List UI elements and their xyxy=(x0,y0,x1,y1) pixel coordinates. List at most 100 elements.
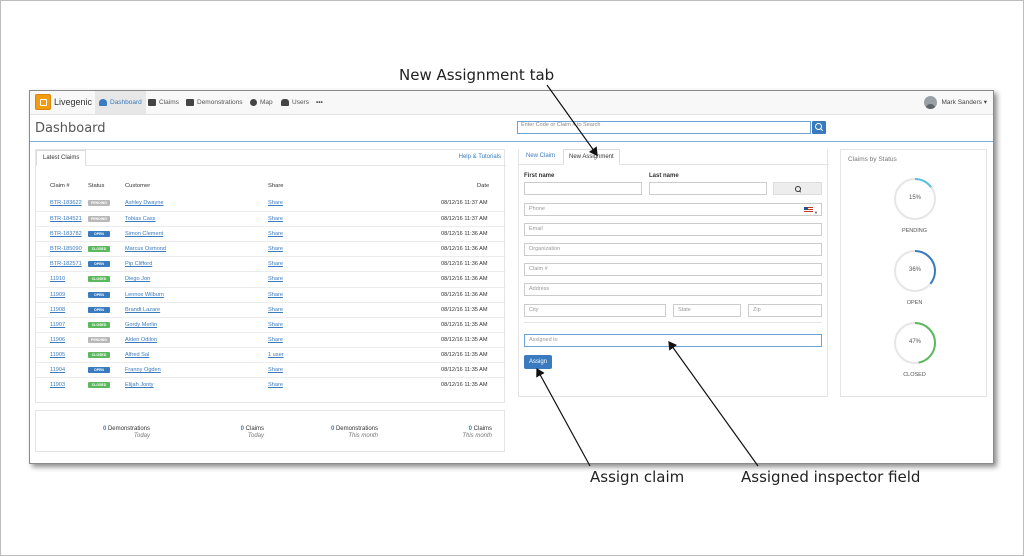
nav-users[interactable]: Users xyxy=(277,91,313,114)
customer-link[interactable]: Gordy Merlin xyxy=(125,322,157,328)
claim-number-link[interactable]: BTR-185090 xyxy=(50,246,82,252)
claim-number-link[interactable]: BTR-183622 xyxy=(50,200,82,206)
app-window: Livegenic Dashboard Claims Demonstration… xyxy=(29,90,994,464)
first-name-label: First name xyxy=(524,173,555,179)
customer-link[interactable]: Marcus Osmond xyxy=(125,246,166,252)
claim-number-link[interactable]: 11907 xyxy=(50,322,65,328)
tab-new-claim[interactable]: New Claim xyxy=(521,149,560,165)
claim-date: 08/12/16 11:35 AM xyxy=(441,306,488,313)
customer-link[interactable]: Diego Jon xyxy=(125,276,150,282)
share-link[interactable]: Share xyxy=(268,337,283,343)
claim-number-link[interactable]: BTR-182571 xyxy=(50,261,82,267)
claim-number-link[interactable]: 11909 xyxy=(50,292,65,298)
phone-field[interactable]: Phone ▼ xyxy=(524,203,822,216)
claim-number-field[interactable]: Claim # xyxy=(524,263,822,276)
claim-date: 08/12/16 11:36 AM xyxy=(441,276,488,283)
brand-name[interactable]: Livegenic xyxy=(54,97,92,107)
form-divider xyxy=(524,322,822,323)
status-donut-closed: 47% xyxy=(892,320,938,366)
email-field[interactable]: Email xyxy=(524,223,822,236)
user-menu[interactable]: Mark Sanders ▾ xyxy=(924,95,987,110)
city-field[interactable]: City xyxy=(524,304,666,317)
nav-demonstrations[interactable]: Demonstrations xyxy=(182,91,247,114)
customer-link[interactable]: Franny Ogden xyxy=(125,367,161,373)
nav-dashboard[interactable]: Dashboard xyxy=(95,91,146,114)
status-badge: CLOSED xyxy=(88,382,110,389)
us-flag-icon[interactable] xyxy=(804,207,813,213)
assigned-to-field[interactable]: Assigned to xyxy=(524,334,822,347)
table-row: 11905 Alfred Sal 1 user 08/12/16 11:35 AM CL… xyxy=(36,346,506,362)
new-assignment-panel: New Claim New Assignment First name Last… xyxy=(518,149,829,397)
tab-new-assignment[interactable]: New Assignment xyxy=(563,149,620,165)
share-link[interactable]: Share xyxy=(268,382,283,388)
claim-date: 08/12/16 11:36 AM xyxy=(441,246,488,253)
search-button[interactable] xyxy=(812,121,826,134)
customer-link[interactable]: Pip Clifford xyxy=(125,261,152,267)
table-row: 11908 Brandt Lazare Share 08/12/16 11:35 AM… xyxy=(36,301,506,317)
share-link[interactable]: Share xyxy=(268,246,283,252)
status-badge: PENDING xyxy=(88,200,110,206)
first-name-field[interactable] xyxy=(524,182,642,195)
nav-claims[interactable]: Claims xyxy=(144,91,183,114)
claim-number-link[interactable]: 11910 xyxy=(50,276,65,282)
state-field[interactable]: State xyxy=(673,304,741,317)
status-badge: CLOSED xyxy=(88,246,110,253)
nav-more[interactable]: ••• xyxy=(312,91,327,114)
header-status: Status xyxy=(88,183,105,189)
claim-date: 08/12/16 11:35 AM xyxy=(441,321,488,328)
share-link[interactable]: Share xyxy=(268,322,283,328)
share-link[interactable]: Share xyxy=(268,261,283,267)
stats-panel: 0 Demonstrations Today 0 Claims Today 0 De… xyxy=(35,410,505,452)
claim-number-link[interactable]: 11906 xyxy=(50,337,65,343)
claim-number-link[interactable]: 11904 xyxy=(50,367,65,373)
status-badge: OPEN xyxy=(88,261,110,268)
status-badge: OPEN xyxy=(88,367,110,374)
last-name-label: Last name xyxy=(649,173,679,179)
share-link[interactable]: Share xyxy=(268,367,283,373)
tab-latest-claims[interactable]: Latest Claims xyxy=(36,150,87,166)
share-link[interactable]: Share xyxy=(268,216,283,222)
status-donut-pending: 15% xyxy=(892,176,938,222)
search-input[interactable]: Enter Code or Claim # to Search xyxy=(517,121,811,134)
share-link[interactable]: 1 user xyxy=(268,352,284,358)
logo-icon[interactable] xyxy=(35,94,51,110)
lookup-button[interactable] xyxy=(773,182,822,195)
claim-date: 08/12/16 11:35 AM xyxy=(441,382,488,389)
customer-link[interactable]: Alfred Sal xyxy=(125,352,149,358)
customer-link[interactable]: Elijah Jonty xyxy=(125,382,154,388)
address-field[interactable]: Address xyxy=(524,283,822,296)
status-badge: PENDING xyxy=(88,216,110,223)
table-row: 11904 Franny Ogden Share 08/12/16 11:35 AM O… xyxy=(36,362,506,377)
customer-link[interactable]: Simon Clement xyxy=(125,231,163,237)
claim-number-link[interactable]: 11903 xyxy=(50,382,65,388)
customer-link[interactable]: Lennox Wilburn xyxy=(125,292,164,298)
claim-number-link[interactable]: BTR-183782 xyxy=(50,231,82,237)
table-row: BTR-182571 Pip Clifford Share 08/12/16 11:3… xyxy=(36,256,506,271)
share-link[interactable]: Share xyxy=(268,200,283,206)
last-name-field[interactable] xyxy=(649,182,767,195)
claim-number-link[interactable]: 11908 xyxy=(50,307,65,313)
status-badge: CLOSED xyxy=(88,276,110,283)
organization-field[interactable]: Organization xyxy=(524,243,822,256)
nav-map[interactable]: Map xyxy=(246,91,277,114)
claim-number-link[interactable]: BTR-184521 xyxy=(50,216,82,222)
help-tutorials-link[interactable]: Help & Tutorials xyxy=(459,154,501,160)
callout-new-assignment-tab: New Assignment tab xyxy=(399,66,555,84)
zip-field[interactable]: Zip xyxy=(748,304,822,317)
claim-date: 08/12/16 11:35 AM xyxy=(441,336,488,343)
table-row: 11909 Lennox Wilburn Share 08/12/16 11:36 A… xyxy=(36,286,506,302)
customer-link[interactable]: Tobias Cass xyxy=(125,216,155,222)
film-icon xyxy=(186,98,194,106)
caret-down-icon: ▼ xyxy=(814,210,818,215)
claim-date: 08/12/16 11:36 AM xyxy=(441,291,488,298)
customer-link[interactable]: Ashley Dwayne xyxy=(125,200,164,206)
customer-link[interactable]: Alden Odilon xyxy=(125,337,157,343)
share-link[interactable]: Share xyxy=(268,276,283,282)
assign-button[interactable]: Assign xyxy=(524,355,552,369)
share-link[interactable]: Share xyxy=(268,292,283,298)
share-link[interactable]: Share xyxy=(268,307,283,313)
share-link[interactable]: Share xyxy=(268,231,283,237)
customer-link[interactable]: Brandt Lazare xyxy=(125,307,160,313)
claim-number-link[interactable]: 11905 xyxy=(50,352,65,358)
donut-label: CLOSED xyxy=(903,372,926,378)
